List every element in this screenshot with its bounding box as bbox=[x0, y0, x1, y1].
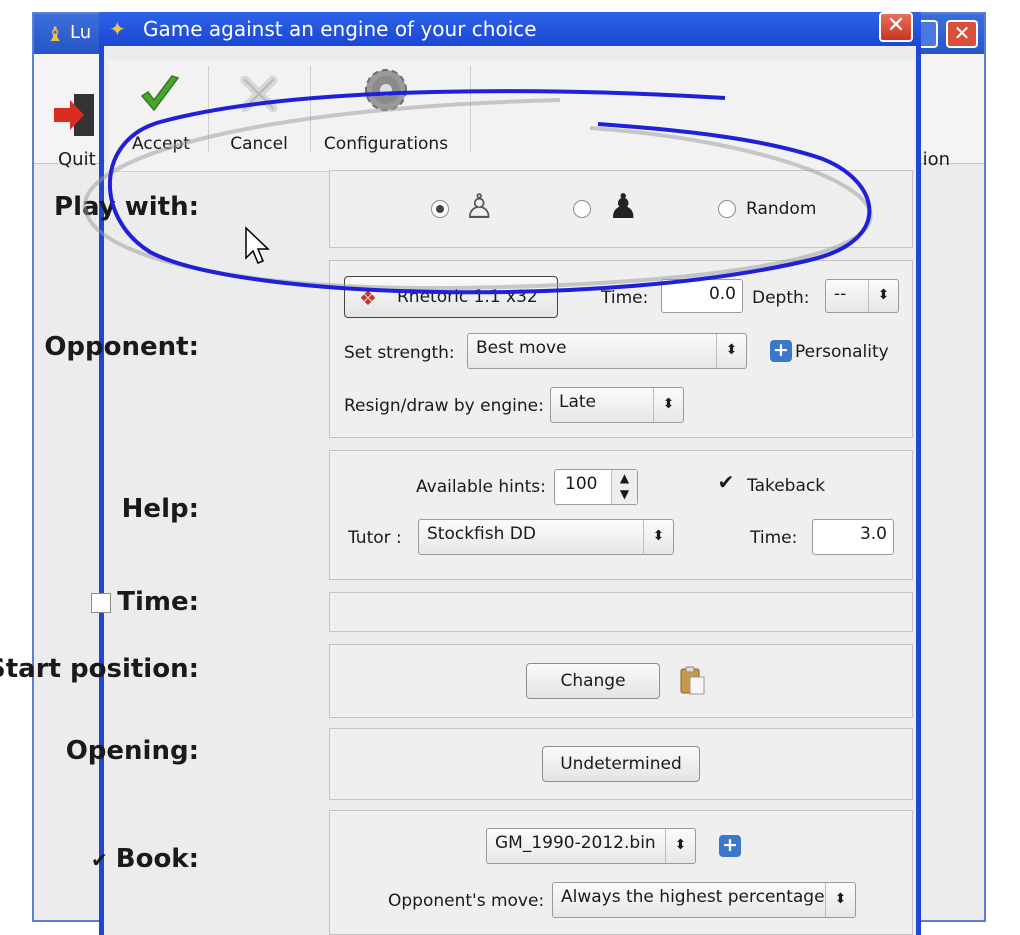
add-personality-icon[interactable]: + bbox=[770, 340, 792, 362]
gear-icon bbox=[365, 69, 407, 111]
play-white-radio[interactable] bbox=[431, 200, 449, 218]
change-position-button[interactable]: Change bbox=[526, 663, 660, 699]
updown-icon: ⬍ bbox=[643, 520, 673, 554]
help-label: Help: bbox=[121, 494, 199, 524]
opponent-move-select[interactable]: Always the highest percentage ⬍ bbox=[552, 882, 856, 918]
checkmark-icon bbox=[140, 75, 180, 112]
start-position-label: Start position: bbox=[0, 654, 199, 684]
chess-app-icon: ♝ bbox=[46, 22, 64, 46]
opponent-move-value: Always the highest percentage bbox=[561, 887, 825, 907]
hints-value: 100 bbox=[565, 474, 598, 494]
opening-button[interactable]: Undetermined bbox=[542, 746, 700, 782]
resign-label: Resign/draw by engine: bbox=[344, 396, 544, 416]
play-with-panel: ♙ ♟ Random bbox=[329, 170, 913, 248]
hints-spinner[interactable]: 100 ▲ ▼ bbox=[554, 469, 638, 505]
play-random-radio[interactable] bbox=[718, 200, 736, 218]
book-label: Book: bbox=[115, 844, 199, 874]
configurations-button[interactable]: Configurations bbox=[316, 60, 456, 160]
engine-name: Rhetoric 1.1 x32 bbox=[397, 287, 538, 307]
parent-close-button[interactable]: ✕ bbox=[946, 20, 978, 48]
cancel-x-icon bbox=[240, 75, 278, 113]
strength-label: Set strength: bbox=[344, 343, 455, 363]
strength-value: Best move bbox=[476, 338, 567, 358]
resign-select[interactable]: Late ⬍ bbox=[550, 387, 684, 423]
resign-value: Late bbox=[559, 392, 597, 412]
white-pawn-icon: ♙ bbox=[464, 187, 495, 227]
quit-icon[interactable] bbox=[52, 90, 98, 140]
engine-select-button[interactable]: ❖ Rhetoric 1.1 x32 bbox=[344, 276, 558, 318]
book-panel: GM_1990-2012.bin ⬍ + Opponent's move: Al… bbox=[329, 810, 913, 935]
opponent-time-field[interactable]: 0.0 bbox=[661, 279, 743, 313]
depth-label: Depth: bbox=[752, 288, 810, 308]
opponent-move-label: Opponent's move: bbox=[388, 891, 545, 911]
configurations-label: Configurations bbox=[323, 134, 449, 154]
updown-icon: ⬍ bbox=[825, 883, 855, 917]
cancel-button[interactable]: Cancel bbox=[212, 60, 306, 160]
time-checkbox[interactable] bbox=[91, 592, 112, 613]
time-section-text: Time: bbox=[117, 587, 199, 617]
parent-toolbar-label: ion bbox=[922, 149, 950, 170]
play-black-radio[interactable] bbox=[573, 200, 591, 218]
dialog-toolbar: Accept Cancel Configurations bbox=[108, 60, 914, 172]
toolbar-separator bbox=[470, 66, 471, 152]
cancel-label: Cancel bbox=[230, 134, 288, 154]
tutor-value: Stockfish DD bbox=[427, 524, 536, 544]
time-panel bbox=[329, 592, 913, 632]
help-panel: Available hints: 100 ▲ ▼ ✔ Takeback Tutor… bbox=[329, 450, 913, 580]
book-file-value: GM_1990-2012.bin bbox=[495, 833, 656, 853]
updown-icon: ⬍ bbox=[653, 388, 683, 422]
toolbar-separator bbox=[310, 66, 311, 152]
accept-label: Accept bbox=[132, 134, 190, 154]
dialog-app-icon: ✦ bbox=[109, 17, 126, 41]
engine-icon: ❖ bbox=[359, 286, 377, 310]
opening-panel: Undetermined bbox=[329, 728, 913, 800]
dialog-title: Game against an engine of your choice bbox=[143, 17, 537, 41]
book-file-select[interactable]: GM_1990-2012.bin ⬍ bbox=[486, 828, 696, 864]
depth-spinner[interactable]: -- ⬍ bbox=[825, 279, 899, 313]
takeback-label[interactable]: Takeback bbox=[747, 476, 825, 496]
random-label[interactable]: Random bbox=[746, 199, 816, 219]
help-time-label: Time: bbox=[750, 528, 798, 548]
clipboard-icon[interactable] bbox=[678, 665, 708, 697]
tutor-select[interactable]: Stockfish DD ⬍ bbox=[418, 519, 674, 555]
hints-label: Available hints: bbox=[416, 477, 546, 497]
help-time-field[interactable]: 3.0 bbox=[812, 519, 894, 555]
book-checkbox[interactable]: ✔ bbox=[91, 848, 108, 872]
opening-label: Opening: bbox=[65, 736, 199, 766]
start-position-panel: Change bbox=[329, 644, 913, 718]
time-section-label: Time: bbox=[91, 587, 199, 617]
book-section-label: ✔ Book: bbox=[91, 844, 199, 874]
quit-label[interactable]: Quit bbox=[58, 149, 96, 170]
engine-game-dialog: ✦ Game against an engine of your choice … bbox=[0, 12, 921, 935]
updown-icon: ⬍ bbox=[868, 280, 898, 312]
depth-value: -- bbox=[834, 284, 847, 304]
close-button[interactable]: ✕ bbox=[879, 12, 913, 42]
tutor-label: Tutor : bbox=[348, 528, 402, 548]
toolbar-separator bbox=[208, 66, 209, 152]
takeback-checkbox[interactable]: ✔ bbox=[716, 472, 736, 493]
spin-arrows-icon: ▲ ▼ bbox=[611, 470, 637, 504]
opponent-time-label: Time: bbox=[601, 288, 649, 308]
play-with-label: Play with: bbox=[54, 192, 199, 222]
opponent-label: Opponent: bbox=[44, 332, 199, 362]
updown-icon: ⬍ bbox=[665, 829, 695, 863]
personality-label[interactable]: Personality bbox=[795, 342, 889, 362]
strength-select[interactable]: Best move ⬍ bbox=[467, 333, 747, 369]
dialog-titlebar[interactable]: ✦ Game against an engine of your choice … bbox=[99, 12, 921, 46]
black-pawn-icon: ♟ bbox=[608, 187, 639, 227]
accept-button[interactable]: Accept bbox=[116, 60, 206, 160]
opponent-panel: ❖ Rhetoric 1.1 x32 Time: 0.0 Depth: -- ⬍… bbox=[329, 260, 913, 438]
add-book-icon[interactable]: + bbox=[719, 835, 741, 857]
updown-icon: ⬍ bbox=[716, 334, 746, 368]
parent-title: Lu bbox=[70, 22, 92, 43]
